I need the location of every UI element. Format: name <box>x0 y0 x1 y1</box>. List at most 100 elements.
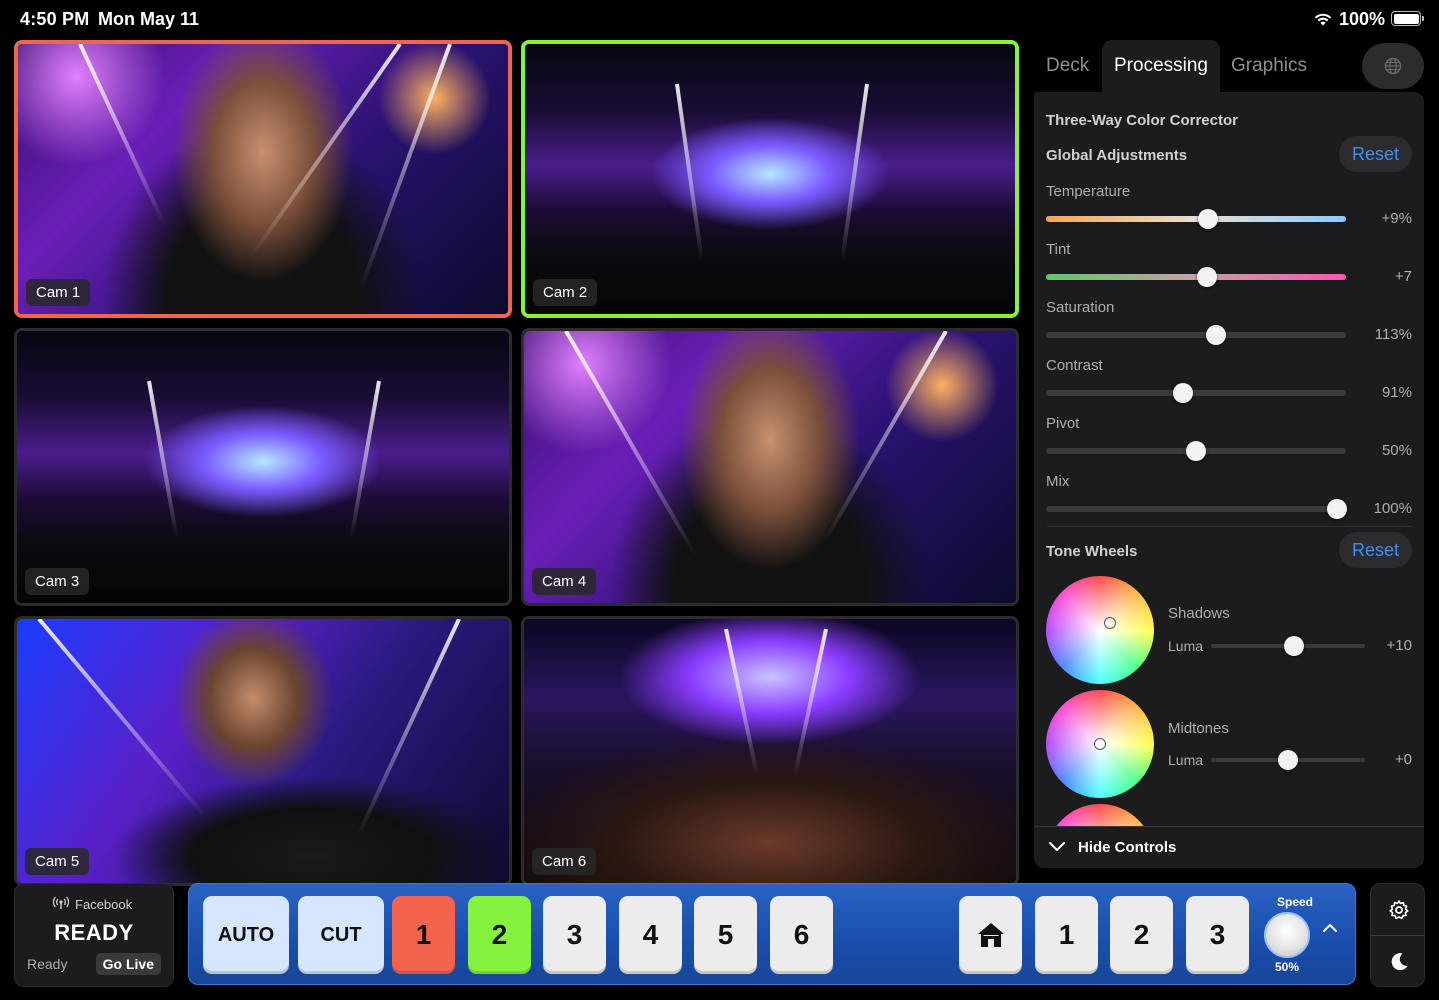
stream-status-text: Ready <box>27 956 68 972</box>
camera-6-feed <box>524 619 1016 883</box>
side-buttons <box>1370 883 1425 987</box>
tint-label: Tint <box>1046 241 1071 258</box>
camera-label: Cam 5 <box>25 848 90 875</box>
status-bar: 4:50 PM Mon May 11 100% <box>0 0 1439 38</box>
tab-graphics[interactable]: Graphics <box>1219 40 1319 92</box>
wheel-puck[interactable] <box>1094 738 1106 750</box>
shadows-color-wheel[interactable] <box>1046 576 1154 684</box>
camera-tile-4[interactable]: Cam 4 <box>521 328 1019 606</box>
camera-tile-5[interactable]: Cam 5 <box>14 616 512 886</box>
mix-label: Mix <box>1046 473 1070 490</box>
slider-thumb[interactable] <box>1327 499 1347 519</box>
preset-1-button[interactable]: 1 <box>1035 896 1098 974</box>
control-panel: Deck Processing Graphics Three-Way Color… <box>1034 40 1424 868</box>
panel-tabs: Deck Processing Graphics <box>1034 40 1424 92</box>
contrast-value: 91% <box>1381 384 1412 401</box>
slider-thumb[interactable] <box>1196 267 1217 287</box>
chevron-down-icon <box>1049 842 1065 851</box>
camera-tile-3[interactable]: Cam 3 <box>14 328 512 606</box>
divider <box>1046 526 1412 527</box>
midtones-luma-value: +0 <box>1394 751 1412 768</box>
camera-4-feed <box>524 331 1016 603</box>
saturation-slider[interactable] <box>1046 325 1346 345</box>
input-5-button[interactable]: 5 <box>694 896 757 974</box>
tone-wheels-title: Tone Wheels <box>1046 543 1138 560</box>
tint-value: +7 <box>1394 268 1412 285</box>
slider-thumb[interactable] <box>1284 636 1305 656</box>
home-preset-button[interactable] <box>959 896 1022 974</box>
wheel-puck[interactable] <box>1104 617 1116 629</box>
midtones-color-wheel[interactable] <box>1046 690 1154 798</box>
hide-controls-button[interactable]: Hide Controls <box>1034 826 1424 868</box>
slider-thumb[interactable] <box>1198 209 1218 229</box>
switcher-bar: AUTO CUT 1 2 3 4 5 6 1 2 3 Speed 50% <box>188 883 1356 985</box>
settings-button[interactable] <box>1371 884 1424 936</box>
battery-percent: 100% <box>1338 9 1385 29</box>
dark-mode-button[interactable] <box>1371 936 1424 986</box>
shadows-label: Shadows <box>1168 605 1230 622</box>
input-4-button[interactable]: 4 <box>619 896 682 974</box>
stream-platform: Facebook <box>75 897 133 912</box>
shadows-luma-slider[interactable] <box>1211 636 1365 656</box>
chevron-up-icon[interactable] <box>1322 922 1338 934</box>
slider-thumb[interactable] <box>1186 441 1206 461</box>
slider-thumb[interactable] <box>1205 325 1226 345</box>
auto-button[interactable]: AUTO <box>203 896 289 974</box>
midtones-luma-slider[interactable] <box>1211 750 1365 770</box>
camera-tile-1[interactable]: Cam 1 <box>14 40 512 318</box>
midtones-label: Midtones <box>1168 720 1229 737</box>
temperature-slider[interactable] <box>1046 209 1346 229</box>
globe-icon <box>1384 57 1402 75</box>
input-2-button[interactable]: 2 <box>468 896 531 974</box>
contrast-label: Contrast <box>1046 357 1103 374</box>
slider-thumb[interactable] <box>1172 383 1193 403</box>
camera-5-feed <box>17 619 509 883</box>
saturation-label: Saturation <box>1046 299 1115 316</box>
global-adjustments-title: Global Adjustments <box>1046 147 1188 164</box>
speed-dial[interactable] <box>1264 912 1310 958</box>
preset-3-button[interactable]: 3 <box>1186 896 1249 974</box>
slider-thumb[interactable] <box>1278 750 1298 770</box>
tone-reset-button[interactable]: Reset <box>1338 532 1412 568</box>
saturation-value: 113% <box>1374 326 1412 343</box>
mix-slider[interactable] <box>1046 499 1347 519</box>
stream-status-card: Facebook READY Ready Go Live <box>14 883 174 987</box>
global-reset-button[interactable]: Reset <box>1338 136 1412 172</box>
corrector-title: Three-Way Color Corrector <box>1046 112 1238 129</box>
tint-slider[interactable] <box>1046 267 1346 287</box>
globe-button[interactable] <box>1362 43 1424 89</box>
stream-status-title: READY <box>54 920 134 945</box>
status-time: 4:50 PM <box>20 9 90 29</box>
tab-deck[interactable]: Deck <box>1034 40 1101 92</box>
shadows-luma-label: Luma <box>1168 638 1204 654</box>
pivot-label: Pivot <box>1046 415 1080 432</box>
contrast-slider[interactable] <box>1046 383 1346 403</box>
camera-label: Cam 2 <box>533 279 598 306</box>
preset-2-button[interactable]: 2 <box>1110 896 1173 974</box>
camera-tile-2[interactable]: Cam 2 <box>521 40 1019 318</box>
moon-icon <box>1391 953 1407 971</box>
processing-panel: Three-Way Color Corrector Global Adjustm… <box>1034 92 1424 868</box>
wifi-icon <box>1313 11 1333 31</box>
battery-icon <box>1391 11 1424 26</box>
speed-value: 50% <box>1275 960 1300 974</box>
speed-label: Speed <box>1277 895 1314 909</box>
go-live-button[interactable]: Go Live <box>95 953 161 975</box>
hide-controls-label: Hide Controls <box>1078 839 1177 856</box>
camera-label: Cam 1 <box>26 279 91 306</box>
broadcast-icon <box>53 896 69 909</box>
camera-tile-6[interactable]: Cam 6 <box>521 616 1019 886</box>
input-1-button[interactable]: 1 <box>392 896 455 974</box>
input-3-button[interactable]: 3 <box>543 896 606 974</box>
camera-3-feed <box>17 331 509 603</box>
home-icon <box>977 923 1004 947</box>
camera-1-feed <box>18 44 508 314</box>
camera-2-feed <box>525 44 1015 314</box>
input-6-button[interactable]: 6 <box>770 896 833 974</box>
camera-label: Cam 3 <box>25 568 90 595</box>
camera-label: Cam 4 <box>532 568 597 595</box>
cut-button[interactable]: CUT <box>298 896 384 974</box>
pivot-slider[interactable] <box>1046 441 1346 461</box>
temperature-label: Temperature <box>1046 183 1131 200</box>
tab-processing[interactable]: Processing <box>1102 40 1220 92</box>
